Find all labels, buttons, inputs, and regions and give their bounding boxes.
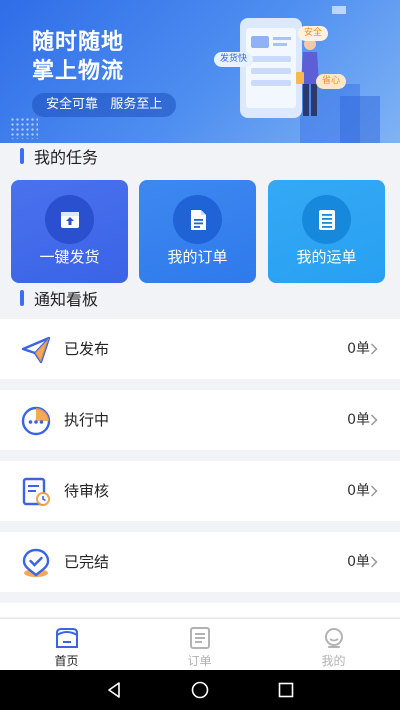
chevron-right-icon	[370, 343, 378, 355]
banner[interactable]: 随时随地 掌上物流 安全可靠 服务至上 发货快 安全 省心	[0, 0, 400, 143]
tasks-heading-text: 我的任务	[34, 148, 99, 167]
phone-person-illustration	[240, 6, 380, 143]
section-marker	[20, 148, 24, 164]
notice-row-in-progress[interactable]: 执行中 0单	[0, 390, 400, 450]
card-label: 我的订单	[167, 248, 228, 266]
in-progress-icon	[20, 405, 52, 437]
list-icon	[302, 195, 351, 244]
card-label: 一键发货	[39, 248, 100, 266]
banner-title-line1: 随时随地	[32, 30, 125, 55]
review-clock-icon	[20, 476, 52, 508]
back-icon[interactable]	[104, 680, 124, 700]
chevron-right-icon	[370, 414, 378, 426]
notice-row-pending-review[interactable]: 待审核 0单	[0, 461, 400, 521]
bubble-fast: 发货快	[214, 52, 254, 67]
home-icon	[56, 628, 78, 648]
document-icon	[173, 195, 222, 244]
banner-title: 随时随地 掌上物流	[32, 28, 124, 86]
order-icon	[190, 627, 210, 649]
home-button-icon[interactable]	[190, 680, 210, 700]
row-count: 0单	[347, 554, 370, 570]
card-one-click-ship[interactable]: 一键发货	[11, 180, 128, 283]
row-label: 执行中	[64, 411, 110, 429]
system-navigation-bar	[0, 670, 400, 710]
notice-row-completed[interactable]: 已完结 0单	[0, 532, 400, 592]
card-my-orders[interactable]: 我的订单	[139, 180, 256, 283]
card-my-waybills[interactable]: 我的运单	[268, 180, 385, 283]
banner-title-line2: 掌上物流	[32, 59, 125, 84]
row-label: 待审核	[64, 482, 110, 500]
tab-orders[interactable]: 订单	[133, 619, 266, 671]
row-count: 0单	[347, 483, 370, 499]
banner-tagline: 安全可靠 服务至上	[32, 93, 177, 117]
bubble-safe: 安全	[298, 26, 329, 41]
notice-row-partial	[0, 603, 400, 617]
row-label: 已完结	[64, 553, 110, 571]
bottom-tab-bar: 首页 订单 我的	[0, 618, 400, 670]
tasks-heading: 我的任务	[20, 146, 99, 167]
banner-illustration: 发货快 安全 省心	[200, 0, 400, 143]
card-label: 我的运单	[296, 248, 357, 266]
notices-heading-text: 通知看板	[34, 290, 99, 309]
chevron-right-icon	[370, 485, 378, 497]
row-count: 0单	[347, 412, 370, 428]
tab-label: 首页	[54, 654, 79, 668]
tab-profile[interactable]: 我的	[267, 619, 400, 671]
paper-plane-icon	[20, 334, 52, 366]
tab-label: 订单	[187, 654, 212, 668]
notices-heading: 通知看板	[20, 288, 99, 309]
box-icon	[45, 195, 94, 244]
recent-apps-icon[interactable]	[276, 680, 296, 700]
bubble-easy: 省心	[316, 74, 347, 89]
banner-dots-decoration	[10, 117, 38, 139]
section-marker	[20, 290, 24, 306]
chevron-right-icon	[370, 556, 378, 568]
tab-label: 我的	[321, 654, 346, 668]
profile-icon	[325, 628, 343, 648]
notice-row-published[interactable]: 已发布 0单	[0, 319, 400, 379]
check-badge-icon	[20, 547, 52, 579]
row-label: 已发布	[64, 340, 110, 358]
tab-home[interactable]: 首页	[0, 619, 133, 671]
row-count: 0单	[347, 341, 370, 357]
